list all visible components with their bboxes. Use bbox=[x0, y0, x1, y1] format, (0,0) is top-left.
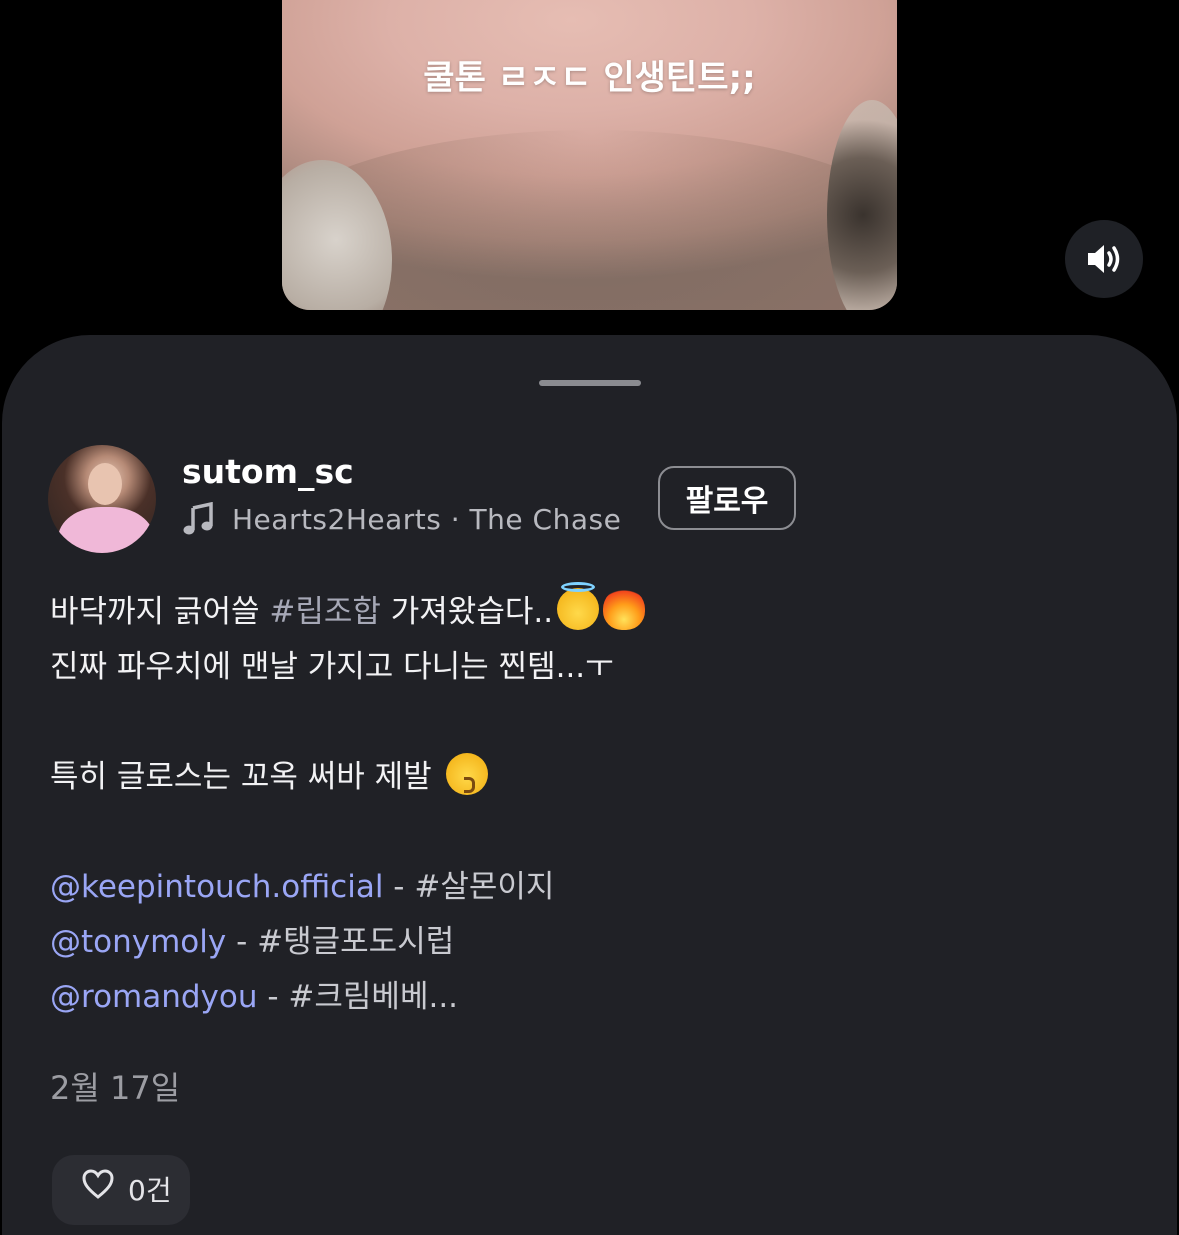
follow-button[interactable]: 팔로우 bbox=[658, 466, 796, 530]
video-preview[interactable]: 쿨톤 ㄹㅈㄷ 인생틴트;; bbox=[282, 0, 897, 310]
music-track-label: Hearts2Hearts · The Chase bbox=[232, 502, 622, 536]
username[interactable]: sutom_sc bbox=[182, 452, 354, 491]
avatar-face bbox=[88, 463, 122, 505]
speaker-on-icon bbox=[1088, 245, 1120, 273]
caption-line: 특히 글로스는 꼬옥 써바 제발 bbox=[50, 750, 1130, 805]
video-frame-shadow bbox=[827, 100, 897, 310]
smiling-halo-emoji-icon bbox=[557, 582, 600, 630]
mention-tag[interactable]: - #살몬이지 bbox=[383, 869, 554, 905]
mention-link[interactable]: @keepintouch.official bbox=[50, 869, 383, 905]
caption-line: 진짜 파우치에 맨날 가지고 다니는 찐템...ㅜ bbox=[50, 649, 614, 685]
fire-emoji-icon bbox=[603, 588, 646, 630]
mention-line: @romandyou - #크림베베... bbox=[50, 970, 1130, 1025]
caption-text: 가져왔습다.. bbox=[380, 594, 554, 630]
mention-link[interactable]: @romandyou bbox=[50, 979, 258, 1015]
hashtag-link[interactable]: #립조합 bbox=[269, 594, 381, 630]
avatar-shirt bbox=[58, 507, 154, 553]
caption-text: 특히 글로스는 꼬옥 써바 제발 bbox=[50, 759, 442, 795]
caption-line: 바닥까지 긁어쓸 #립조합 가져왔습다.. bbox=[50, 582, 1130, 640]
avatar[interactable] bbox=[48, 445, 156, 553]
like-count: 0건 bbox=[128, 1174, 172, 1207]
mention-line: @tonymoly - #탱글포도시럽 bbox=[50, 915, 1130, 970]
post-details-sheet: sutom_sc Hearts2Hearts · The Chase 팔로우 바… bbox=[2, 335, 1177, 1235]
post-date: 2월 17일 bbox=[50, 1069, 181, 1107]
mention-link[interactable]: @tonymoly bbox=[50, 924, 226, 960]
music-note-icon bbox=[182, 502, 216, 536]
video-caption: 쿨톤 ㄹㅈㄷ 인생틴트;; bbox=[423, 58, 756, 98]
caption-text: 바닥까지 긁어쓸 bbox=[50, 594, 270, 630]
mention-line: @keepintouch.official - #살몬이지 bbox=[50, 860, 1130, 915]
heart-icon bbox=[82, 1169, 114, 1199]
like-button[interactable]: 0건 bbox=[52, 1155, 190, 1225]
mention-tag[interactable]: - #탱글포도시럽 bbox=[226, 924, 454, 960]
mention-tag[interactable]: - #크림베베... bbox=[258, 979, 458, 1015]
kissing-face-emoji-icon bbox=[445, 753, 488, 795]
sound-toggle-button[interactable] bbox=[1065, 220, 1143, 298]
post-caption: 바닥까지 긁어쓸 #립조합 가져왔습다.. 진짜 파우치에 맨날 가지고 다니는… bbox=[50, 582, 1130, 1025]
sheet-grabber[interactable] bbox=[539, 380, 641, 386]
music-track[interactable]: Hearts2Hearts · The Chase bbox=[182, 502, 621, 536]
